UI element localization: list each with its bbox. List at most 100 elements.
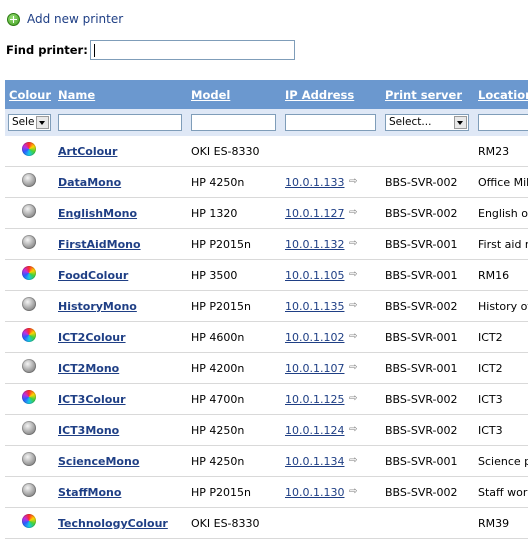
table-row: TechnologyColour OKI ES-8330 RM39 [5, 508, 528, 539]
table-row: ICT3Mono HP 4250n 10.0.1.124 ⇨ BBS-SVR-002 IC… [5, 415, 528, 446]
printer-name-link[interactable]: ScienceMono [58, 455, 139, 468]
printer-location: RM39 [478, 517, 510, 530]
colour-filter-select[interactable]: Sele [8, 114, 51, 131]
table-header: Colour Name Model IP Address Print serve… [5, 80, 528, 109]
printer-ip-link[interactable]: 10.0.1.105 [285, 269, 344, 282]
printer-model: HP 1320 [191, 207, 238, 220]
printer-model: HP 3500 [191, 269, 238, 282]
printer-name-link[interactable]: DataMono [58, 176, 121, 189]
printer-ip-link[interactable]: 10.0.1.130 [285, 486, 344, 499]
table-row: FirstAidMono HP P2015n 10.0.1.132 ⇨ BBS-SVR-… [5, 229, 528, 260]
printer-name-link[interactable]: FirstAidMono [58, 238, 141, 251]
printer-name-link[interactable]: EnglishMono [58, 207, 137, 220]
mono-printer-icon [22, 173, 36, 187]
table-row: ICT3Colour HP 4700n 10.0.1.125 ⇨ BBS-SVR-002… [5, 384, 528, 415]
printer-model: OKI ES-8330 [191, 517, 260, 530]
printer-ip-link[interactable]: 10.0.1.132 [285, 238, 344, 251]
ip-filter-input[interactable] [285, 114, 376, 131]
mono-printer-icon [22, 235, 36, 249]
column-header-model[interactable]: Model [191, 88, 230, 102]
printer-server: BBS-SVR-001 [385, 269, 458, 282]
printer-name-link[interactable]: FoodColour [58, 269, 128, 282]
add-new-printer-label: Add new printer [27, 12, 124, 26]
add-new-printer-link[interactable]: Add new printer [7, 12, 123, 26]
printer-name-link[interactable]: ArtColour [58, 145, 117, 158]
printer-name-link[interactable]: StaffMono [58, 486, 121, 499]
find-printer-label: Find printer: [6, 43, 88, 57]
column-header-ip-address[interactable]: IP Address [285, 88, 354, 102]
printer-model: OKI ES-8330 [191, 145, 260, 158]
printer-name-link[interactable]: ICT3Mono [58, 424, 119, 437]
open-link-icon[interactable]: ⇨ [349, 362, 357, 373]
mono-printer-icon [22, 421, 36, 435]
printer-name-link[interactable]: TechnologyColour [58, 517, 168, 530]
table-row: DataMono HP 4250n 10.0.1.133 ⇨ BBS-SVR-002 Of… [5, 167, 528, 198]
mono-printer-icon [22, 452, 36, 466]
printer-model: HP 4200n [191, 362, 245, 375]
printer-location: RM16 [478, 269, 510, 282]
printer-location: ICT2 [478, 331, 503, 344]
printer-model: HP 4250n [191, 424, 245, 437]
open-link-icon[interactable]: ⇨ [349, 238, 357, 249]
printer-server: BBS-SVR-002 [385, 424, 458, 437]
column-header-name[interactable]: Name [58, 88, 95, 102]
printer-server: BBS-SVR-002 [385, 393, 458, 406]
printer-location: Staff wor [478, 486, 528, 499]
printer-ip-link[interactable]: 10.0.1.102 [285, 331, 344, 344]
location-filter-input[interactable] [478, 114, 528, 131]
server-filter-select[interactable]: Select... [385, 114, 469, 131]
open-link-icon[interactable]: ⇨ [349, 176, 357, 187]
table-row: ArtColour OKI ES-8330 RM23 [5, 136, 528, 167]
open-link-icon[interactable]: ⇨ [349, 424, 357, 435]
printer-ip-link[interactable]: 10.0.1.124 [285, 424, 344, 437]
printer-location: ICT2 [478, 362, 503, 375]
printer-server: BBS-SVR-002 [385, 486, 458, 499]
printer-location: English o [478, 207, 528, 220]
mono-printer-icon [22, 297, 36, 311]
open-link-icon[interactable]: ⇨ [349, 300, 357, 311]
printer-server: BBS-SVR-001 [385, 362, 458, 375]
printer-ip-link[interactable]: 10.0.1.133 [285, 176, 344, 189]
table-row: ICT2Mono HP 4200n 10.0.1.107 ⇨ BBS-SVR-001 IC… [5, 353, 528, 384]
printer-location: First aid r [478, 238, 528, 251]
chevron-down-icon [454, 116, 467, 129]
printer-location: ICT3 [478, 393, 503, 406]
printer-server: BBS-SVR-002 [385, 207, 458, 220]
open-link-icon[interactable]: ⇨ [349, 486, 357, 497]
name-filter-input[interactable] [58, 114, 182, 131]
column-header-colour[interactable]: Colour [9, 88, 51, 102]
printer-ip-link[interactable]: 10.0.1.107 [285, 362, 344, 375]
table-row: EnglishMono HP 1320 10.0.1.127 ⇨ BBS-SVR-002… [5, 198, 528, 229]
table-row: FoodColour HP 3500 10.0.1.105 ⇨ BBS-SVR-001 R… [5, 260, 528, 291]
column-header-print-server[interactable]: Print server [385, 88, 462, 102]
printer-name-link[interactable]: HistoryMono [58, 300, 137, 313]
printer-model: HP 4250n [191, 176, 245, 189]
open-link-icon[interactable]: ⇨ [349, 455, 357, 466]
printer-name-link[interactable]: ICT3Colour [58, 393, 126, 406]
printer-name-link[interactable]: ICT2Colour [58, 331, 126, 344]
table-row: ICT2Colour HP 4600n 10.0.1.102 ⇨ BBS-SVR-001… [5, 322, 528, 353]
printer-ip-link[interactable]: 10.0.1.134 [285, 455, 344, 468]
open-link-icon[interactable]: ⇨ [349, 207, 357, 218]
printer-location: RM23 [478, 145, 510, 158]
open-link-icon[interactable]: ⇨ [349, 269, 357, 280]
printer-ip-link[interactable]: 10.0.1.127 [285, 207, 344, 220]
colour-printer-icon [22, 328, 36, 342]
mono-printer-icon [22, 204, 36, 218]
open-link-icon[interactable]: ⇨ [349, 393, 357, 404]
colour-printer-icon [22, 514, 36, 528]
printer-model: HP 4600n [191, 331, 245, 344]
find-printer-input[interactable] [90, 40, 295, 60]
mono-printer-icon [22, 359, 36, 373]
printer-name-link[interactable]: ICT2Mono [58, 362, 119, 375]
printer-model: HP 4250n [191, 455, 245, 468]
add-icon [7, 12, 20, 26]
printer-model: HP 4700n [191, 393, 245, 406]
model-filter-input[interactable] [191, 114, 276, 131]
printer-server: BBS-SVR-001 [385, 238, 458, 251]
printer-ip-link[interactable]: 10.0.1.125 [285, 393, 344, 406]
column-header-location[interactable]: Location [478, 88, 528, 102]
printer-ip-link[interactable]: 10.0.1.135 [285, 300, 344, 313]
printer-location: ICT3 [478, 424, 503, 437]
open-link-icon[interactable]: ⇨ [349, 331, 357, 342]
